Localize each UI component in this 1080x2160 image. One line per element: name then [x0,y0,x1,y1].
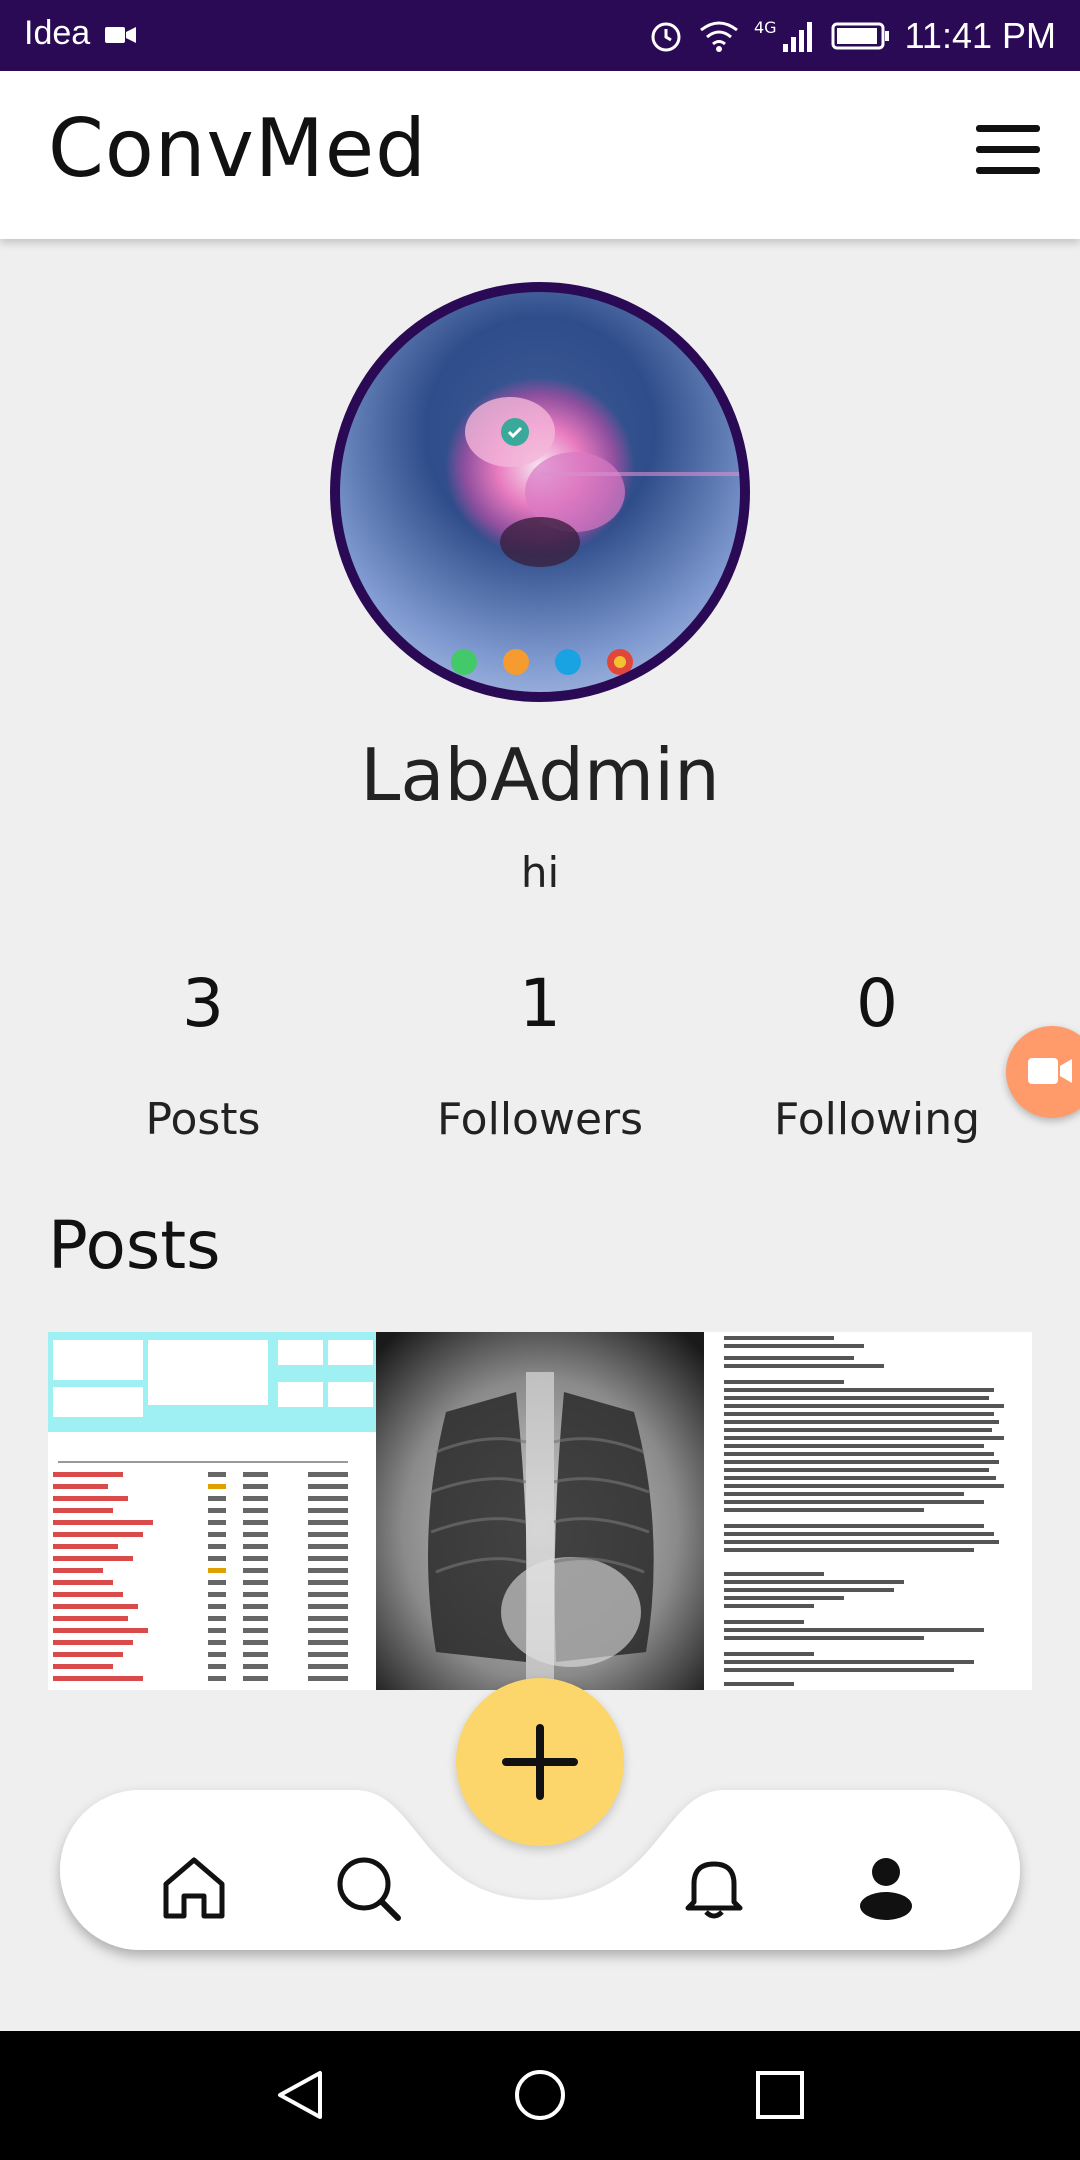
video-call-status-icon [104,27,136,44]
stat-posts-label: Posts [145,1094,261,1145]
status-bar: Idea 4G 11:41 PM [0,0,1080,71]
carrier-label: Idea [24,14,91,52]
profile-name: LabAdmin [360,733,720,817]
clinical-note-image [704,1332,1032,1690]
home-button-icon[interactable] [512,2067,568,2123]
clock: 11:41 PM [904,15,1056,56]
search-icon[interactable] [332,1852,404,1924]
bell-icon[interactable] [678,1852,750,1924]
status-indicators: 4G 11:41 PM [648,10,1056,62]
stat-following[interactable]: 0 Following [727,965,1027,1145]
stat-followers-count: 1 [519,965,561,1042]
posts-heading: Posts [48,1207,221,1284]
network-type: 4G [754,17,777,37]
hamburger-menu-icon[interactable] [976,125,1040,181]
recents-icon[interactable] [752,2067,808,2123]
post-thumbnail-chest-xray[interactable] [376,1332,704,1690]
signal-icon [782,22,812,52]
chest-xray-image [376,1332,704,1690]
post-thumbnail-lab-report[interactable] [48,1332,376,1690]
avatar-image [445,377,740,675]
alarm-icon [651,22,681,52]
post-thumbnail-clinical-note[interactable] [704,1332,1032,1690]
system-nav-bar [0,2031,1080,2160]
stat-following-count: 0 [856,965,898,1042]
stat-posts[interactable]: 3 Posts [53,965,353,1145]
profile-bio: hi [520,848,560,897]
stat-following-label: Following [773,1094,981,1145]
carrier-name: Idea [24,14,138,53]
video-call-button[interactable] [1006,1026,1080,1118]
battery-icon [831,22,889,50]
app-header: ConvMed [0,71,1080,239]
avatar[interactable] [330,282,750,702]
app-title: ConvMed [48,102,427,195]
add-post-button[interactable] [456,1678,624,1846]
stat-followers[interactable]: 1 Followers [390,965,690,1145]
lab-report-image [48,1332,376,1681]
add-icon [502,1724,578,1800]
back-icon[interactable] [272,2067,328,2123]
stat-followers-label: Followers [436,1094,644,1145]
stat-posts-count: 3 [182,965,224,1042]
video-camera-icon [1028,1058,1072,1084]
home-icon[interactable] [158,1852,230,1924]
profile-icon[interactable] [850,1852,922,1924]
wifi-icon [700,21,738,52]
